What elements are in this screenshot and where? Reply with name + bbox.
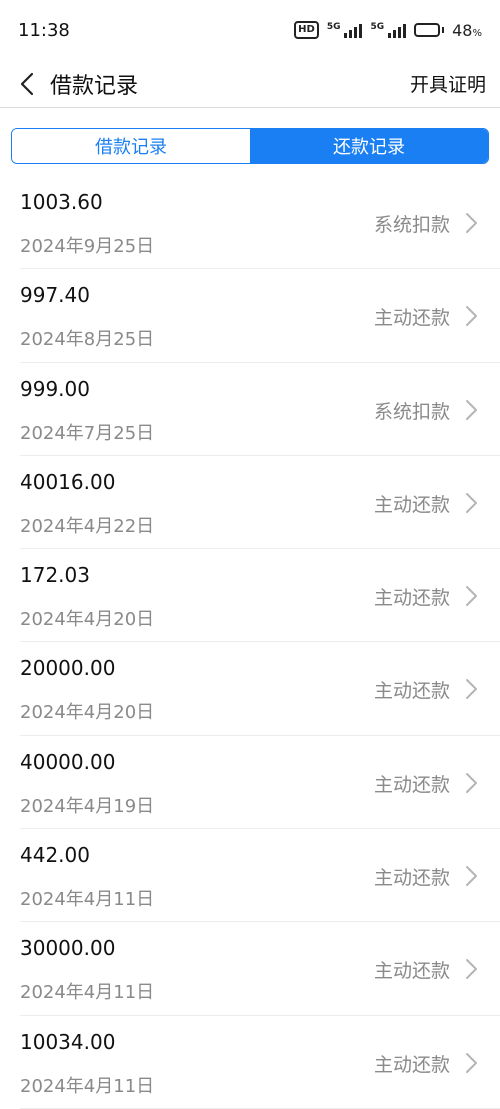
record-date: 2024年8月25日 xyxy=(20,329,155,351)
record-amount: 20000.00 xyxy=(20,656,116,681)
list-item[interactable]: 30000.00 2024年4月11日 主动还款 xyxy=(20,922,500,1016)
list-item[interactable]: 172.03 2024年4月20日 主动还款 xyxy=(20,549,500,643)
record-amount: 10034.00 xyxy=(20,1029,116,1054)
status-bar: 11:38 HD 5G 5G 48% xyxy=(0,0,500,60)
chevron-right-icon xyxy=(466,679,477,700)
record-date: 2024年4月11日 xyxy=(20,1075,155,1097)
record-type: 系统扣款 xyxy=(373,214,450,236)
record-date: 2024年9月25日 xyxy=(20,236,155,257)
list-item[interactable]: 997.40 2024年8月25日 主动还款 xyxy=(20,269,500,363)
record-amount: 172.03 xyxy=(20,563,90,588)
record-type: 主动还款 xyxy=(373,960,450,983)
signal-icon: 5G xyxy=(370,22,407,38)
repayment-list: 1003.60 2024年9月25日 系统扣款 997.40 2024年8月25… xyxy=(0,176,500,1109)
status-icons: HD 5G 5G 48% xyxy=(294,21,482,40)
page-title: 借款记录 xyxy=(50,73,139,99)
network-type-label: 5G xyxy=(370,22,385,32)
record-date: 2024年4月11日 xyxy=(20,889,155,911)
chevron-right-icon xyxy=(466,866,477,887)
network-type-label: 5G xyxy=(326,22,341,32)
chevron-right-icon xyxy=(466,399,477,420)
list-item[interactable]: 442.00 2024年4月11日 主动还款 xyxy=(20,829,500,923)
chevron-left-icon[interactable] xyxy=(14,69,40,99)
list-item[interactable]: 1003.60 2024年9月25日 系统扣款 xyxy=(20,176,500,270)
record-amount: 997.40 xyxy=(20,283,90,308)
chevron-right-icon xyxy=(466,492,477,513)
list-item[interactable]: 20000.00 2024年4月20日 主动还款 xyxy=(20,642,500,736)
record-type-tabs: 借款记录 还款记录 xyxy=(11,128,489,164)
list-item[interactable]: 40016.00 2024年4月22日 主动还款 xyxy=(20,456,500,550)
record-date: 2024年4月11日 xyxy=(20,982,155,1004)
record-type: 主动还款 xyxy=(373,587,450,610)
record-amount: 30000.00 xyxy=(20,936,116,961)
nav-bar: 借款记录 开具证明 xyxy=(0,60,500,108)
chevron-right-icon xyxy=(466,772,477,793)
issue-certificate-button[interactable]: 开具证明 xyxy=(410,70,486,97)
record-type: 主动还款 xyxy=(373,773,450,796)
record-type: 主动还款 xyxy=(373,493,450,516)
record-type: 主动还款 xyxy=(373,1053,450,1076)
chevron-right-icon xyxy=(466,213,477,233)
status-time: 11:38 xyxy=(18,19,70,41)
record-type: 系统扣款 xyxy=(373,400,450,423)
record-date: 2024年4月22日 xyxy=(20,515,155,537)
record-date: 2024年4月20日 xyxy=(20,702,155,724)
list-item[interactable]: 40000.00 2024年4月19日 主动还款 xyxy=(20,736,500,830)
chevron-right-icon xyxy=(466,959,477,980)
list-item[interactable]: 10034.00 2024年4月11日 主动还款 xyxy=(20,1016,500,1109)
record-date: 2024年4月20日 xyxy=(20,609,155,631)
tab-borrow-records[interactable]: 借款记录 xyxy=(12,129,250,163)
record-amount: 999.00 xyxy=(20,376,90,401)
record-type: 主动还款 xyxy=(373,867,450,890)
signal-icon: 5G xyxy=(327,22,363,38)
record-amount: 1003.60 xyxy=(20,190,103,214)
battery-percent: 48% xyxy=(452,20,482,40)
chevron-right-icon xyxy=(466,1052,477,1073)
battery-icon xyxy=(414,23,445,37)
chevron-right-icon xyxy=(466,306,477,327)
record-amount: 442.00 xyxy=(20,843,90,868)
chevron-right-icon xyxy=(466,586,477,607)
record-date: 2024年7月25日 xyxy=(20,422,155,444)
record-amount: 40000.00 xyxy=(20,749,116,774)
record-date: 2024年4月19日 xyxy=(20,795,155,817)
record-amount: 40016.00 xyxy=(20,469,116,494)
tab-repayment-records[interactable]: 还款记录 xyxy=(250,129,488,163)
record-type: 主动还款 xyxy=(373,680,450,703)
hd-icon: HD xyxy=(294,21,319,39)
record-type: 主动还款 xyxy=(373,307,450,330)
list-item[interactable]: 999.00 2024年7月25日 系统扣款 xyxy=(20,363,500,456)
